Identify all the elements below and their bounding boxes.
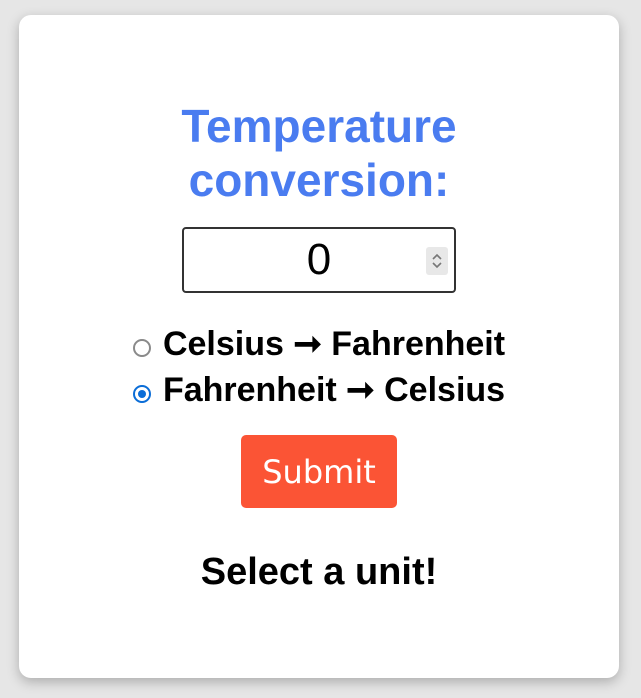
title-line-2: conversion: <box>188 154 450 206</box>
option-fahrenheit-to-celsius[interactable]: Fahrenheit ➞ Celsius <box>19 367 619 413</box>
temperature-input[interactable]: 0 <box>182 227 456 293</box>
radio-celsius-to-fahrenheit[interactable] <box>132 339 151 357</box>
chevron-up-icon[interactable] <box>431 252 443 261</box>
title-line-1: Temperature <box>181 100 457 152</box>
chevron-down-icon[interactable] <box>431 261 443 270</box>
status-message: Select a unit! <box>200 551 438 593</box>
converter-card: Temperature conversion: 0 Celsius ➞ Fahr… <box>19 15 619 678</box>
submit-button[interactable]: Submit <box>241 435 397 508</box>
unit-options: Celsius ➞ Fahrenheit Fahrenheit ➞ Celsiu… <box>19 321 619 413</box>
radio-fahrenheit-to-celsius[interactable] <box>132 385 151 403</box>
number-spinner[interactable] <box>426 247 448 275</box>
option-label: Fahrenheit ➞ Celsius <box>162 371 506 409</box>
option-label: Celsius ➞ Fahrenheit <box>162 325 506 363</box>
page-title: Temperature conversion: <box>19 99 619 207</box>
temperature-input-value: 0 <box>306 235 332 284</box>
option-celsius-to-fahrenheit[interactable]: Celsius ➞ Fahrenheit <box>19 321 619 367</box>
